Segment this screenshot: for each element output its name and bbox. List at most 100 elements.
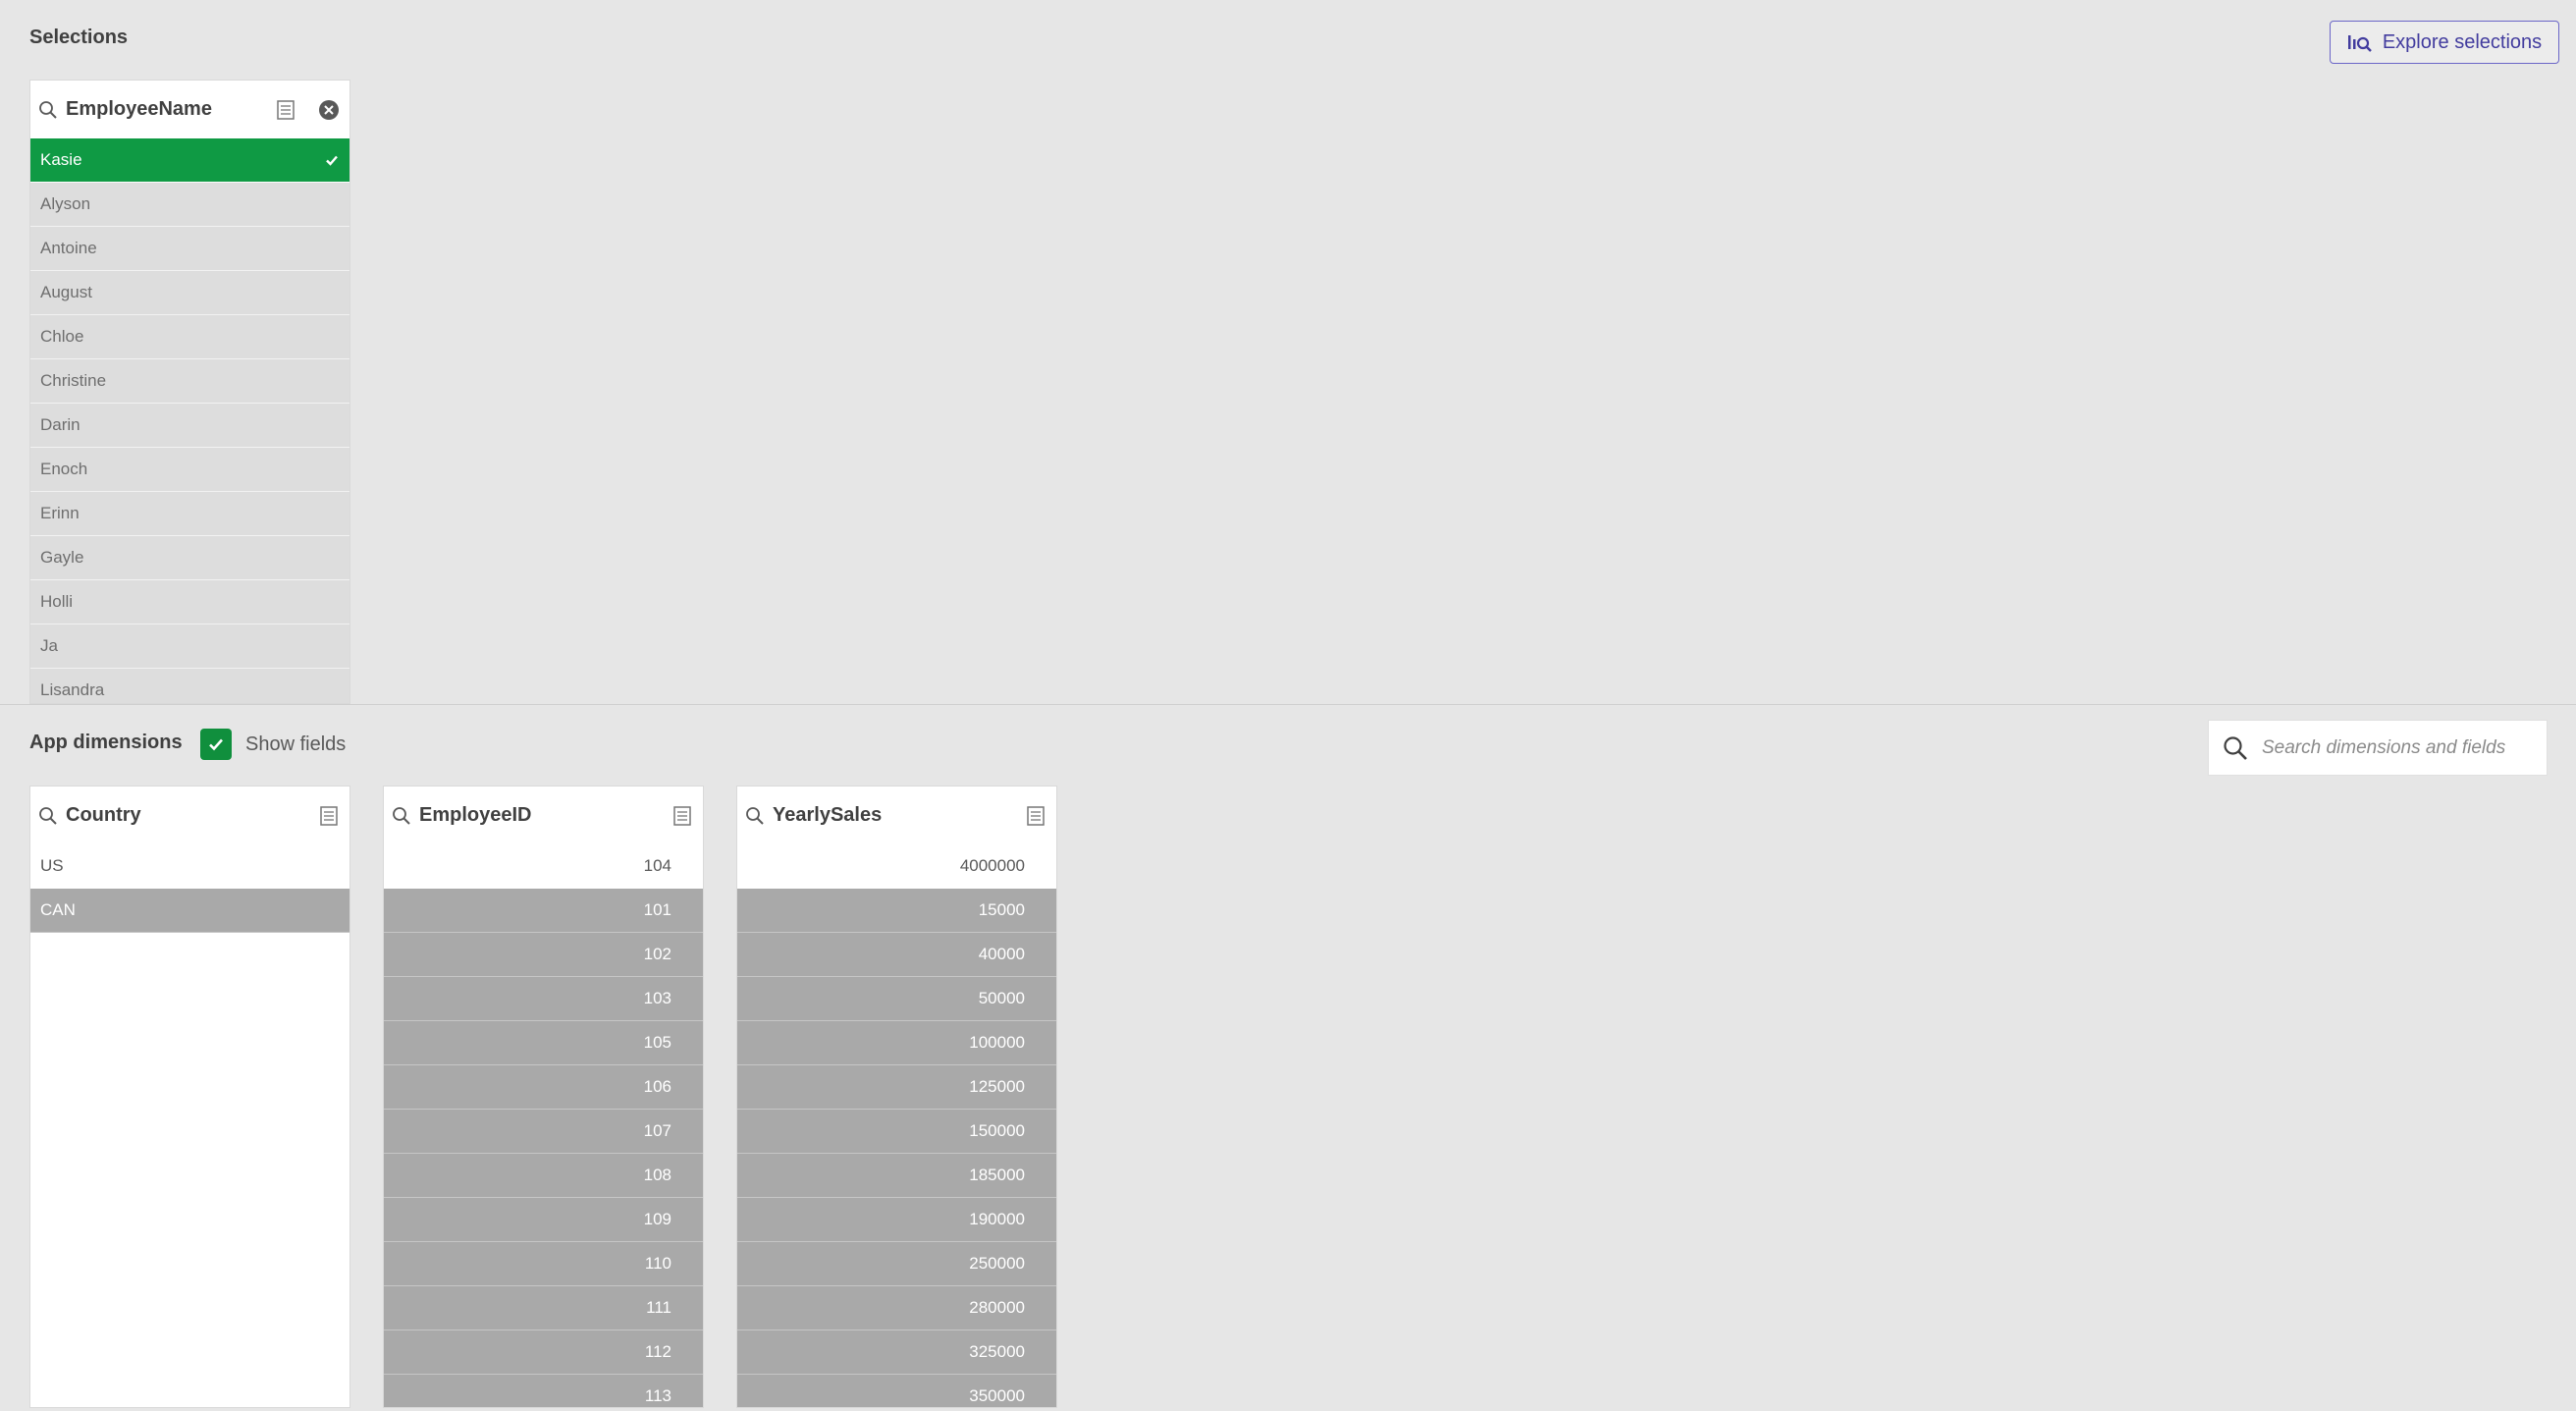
explore-icon: [2347, 35, 2372, 52]
list-item-label: August: [40, 283, 92, 301]
list-item[interactable]: August: [30, 271, 349, 315]
list-item-excluded[interactable]: 100000: [737, 1021, 1056, 1065]
list-item-excluded[interactable]: 350000: [737, 1375, 1056, 1407]
list-item[interactable]: Lisandra: [30, 669, 349, 703]
list-item-label: 113: [644, 1386, 671, 1405]
list-item-label: 50000: [978, 989, 1025, 1007]
list-item-excluded[interactable]: 106: [384, 1065, 703, 1110]
yearly-sales-title: YearlySales: [773, 804, 883, 826]
show-fields-toggle[interactable]: Show fields: [200, 729, 346, 760]
list-item-excluded[interactable]: 101: [384, 889, 703, 933]
list-item-label: 111: [646, 1298, 671, 1317]
app-dimensions-title: App dimensions: [29, 732, 183, 753]
list-item-excluded[interactable]: 102: [384, 933, 703, 977]
employee-name-title: EmployeeName: [66, 98, 212, 120]
list-item[interactable]: Alyson: [30, 183, 349, 227]
employee-name-listbox[interactable]: EmployeeName Kasie Alyson Antoine August…: [29, 80, 350, 704]
explore-selections-label: Explore selections: [2382, 30, 2543, 53]
list-item-label: 40000: [978, 945, 1025, 963]
list-item-label: CAN: [40, 900, 76, 919]
list-item-label: 190000: [969, 1210, 1025, 1228]
list-menu-icon[interactable]: [671, 805, 693, 827]
list-item-excluded[interactable]: 40000: [737, 933, 1056, 977]
list-item[interactable]: Antoine: [30, 227, 349, 271]
list-item-excluded[interactable]: 250000: [737, 1242, 1056, 1286]
employee-id-listbox[interactable]: EmployeeID 104 101 102 103 105 106 107 1…: [383, 786, 704, 1408]
show-fields-label: Show fields: [245, 733, 347, 755]
list-item-label: 105: [643, 1033, 671, 1052]
employee-id-header[interactable]: EmployeeID: [384, 787, 703, 844]
check-icon: [326, 155, 338, 166]
dimension-search-box[interactable]: [2208, 720, 2548, 776]
list-item[interactable]: Ja: [30, 624, 349, 669]
list-item-label: Erinn: [40, 504, 80, 522]
list-item-excluded[interactable]: 103: [384, 977, 703, 1021]
list-item-excluded[interactable]: CAN: [30, 889, 349, 933]
employee-id-title: EmployeeID: [419, 804, 532, 826]
list-item-excluded[interactable]: 325000: [737, 1330, 1056, 1375]
list-item-selected[interactable]: Kasie: [30, 138, 349, 183]
list-item-label: 185000: [969, 1166, 1025, 1184]
list-item[interactable]: Gayle: [30, 536, 349, 580]
list-menu-icon[interactable]: [1025, 805, 1046, 827]
search-icon[interactable]: [392, 806, 411, 826]
list-menu-icon[interactable]: [275, 99, 296, 121]
list-item-label: 250000: [969, 1254, 1025, 1273]
list-item-label: Holli: [40, 592, 74, 611]
list-item[interactable]: Erinn: [30, 492, 349, 536]
selections-title: Selections: [29, 27, 129, 48]
list-item-excluded[interactable]: 111: [384, 1286, 703, 1330]
list-item-excluded[interactable]: 105: [384, 1021, 703, 1065]
list-item-possible[interactable]: 104: [384, 844, 703, 889]
list-item[interactable]: Holli: [30, 580, 349, 624]
country-listbox[interactable]: Country US CAN: [29, 786, 350, 1408]
employee-name-header[interactable]: EmployeeName: [30, 81, 349, 138]
list-item[interactable]: Darin: [30, 404, 349, 448]
explore-selections-button[interactable]: Explore selections: [2330, 21, 2559, 64]
list-item-excluded[interactable]: 150000: [737, 1110, 1056, 1154]
list-item-label: Chloe: [40, 327, 84, 346]
list-item-label: 108: [643, 1166, 671, 1184]
list-item-excluded[interactable]: 50000: [737, 977, 1056, 1021]
list-item-excluded[interactable]: 280000: [737, 1286, 1056, 1330]
check-icon: [209, 738, 223, 751]
list-item-excluded[interactable]: 109: [384, 1198, 703, 1242]
list-item[interactable]: Chloe: [30, 315, 349, 359]
dimension-search-input[interactable]: [2262, 736, 2537, 759]
clear-selection-icon[interactable]: [318, 99, 340, 121]
yearly-sales-header[interactable]: YearlySales: [737, 787, 1056, 844]
list-item-label: 109: [643, 1210, 671, 1228]
list-item-label: 350000: [969, 1386, 1025, 1405]
list-item-label: 280000: [969, 1298, 1025, 1317]
list-item-excluded[interactable]: 113: [384, 1375, 703, 1407]
show-fields-checkbox[interactable]: [200, 729, 232, 760]
list-item-excluded[interactable]: 185000: [737, 1154, 1056, 1198]
list-item-label: Antoine: [40, 239, 97, 257]
list-item-excluded[interactable]: 112: [384, 1330, 703, 1375]
search-icon: [2224, 735, 2247, 760]
list-item-possible[interactable]: 4000000: [737, 844, 1056, 889]
search-icon[interactable]: [745, 806, 765, 826]
list-item-possible[interactable]: US: [30, 844, 349, 889]
search-icon[interactable]: [38, 806, 58, 826]
list-item-label: 4000000: [959, 856, 1025, 875]
list-item[interactable]: Christine: [30, 359, 349, 404]
list-item-label: Christine: [40, 371, 107, 390]
list-item-label: 15000: [978, 900, 1025, 919]
list-item-excluded[interactable]: 125000: [737, 1065, 1056, 1110]
list-item[interactable]: Enoch: [30, 448, 349, 492]
list-item-excluded[interactable]: 107: [384, 1110, 703, 1154]
country-header[interactable]: Country: [30, 787, 349, 844]
list-menu-icon[interactable]: [318, 805, 340, 827]
yearly-sales-listbox[interactable]: YearlySales 4000000 15000 40000 50000 10…: [736, 786, 1057, 1408]
list-item-excluded[interactable]: 110: [384, 1242, 703, 1286]
list-item-label: 125000: [969, 1077, 1025, 1096]
list-item-excluded[interactable]: 108: [384, 1154, 703, 1198]
list-item-label: Gayle: [40, 548, 84, 567]
list-item-excluded[interactable]: 190000: [737, 1198, 1056, 1242]
list-item-label: Darin: [40, 415, 80, 434]
list-item-excluded[interactable]: 15000: [737, 889, 1056, 933]
list-item-label: 103: [643, 989, 671, 1007]
list-item-label: 100000: [969, 1033, 1025, 1052]
search-icon[interactable]: [38, 100, 58, 120]
